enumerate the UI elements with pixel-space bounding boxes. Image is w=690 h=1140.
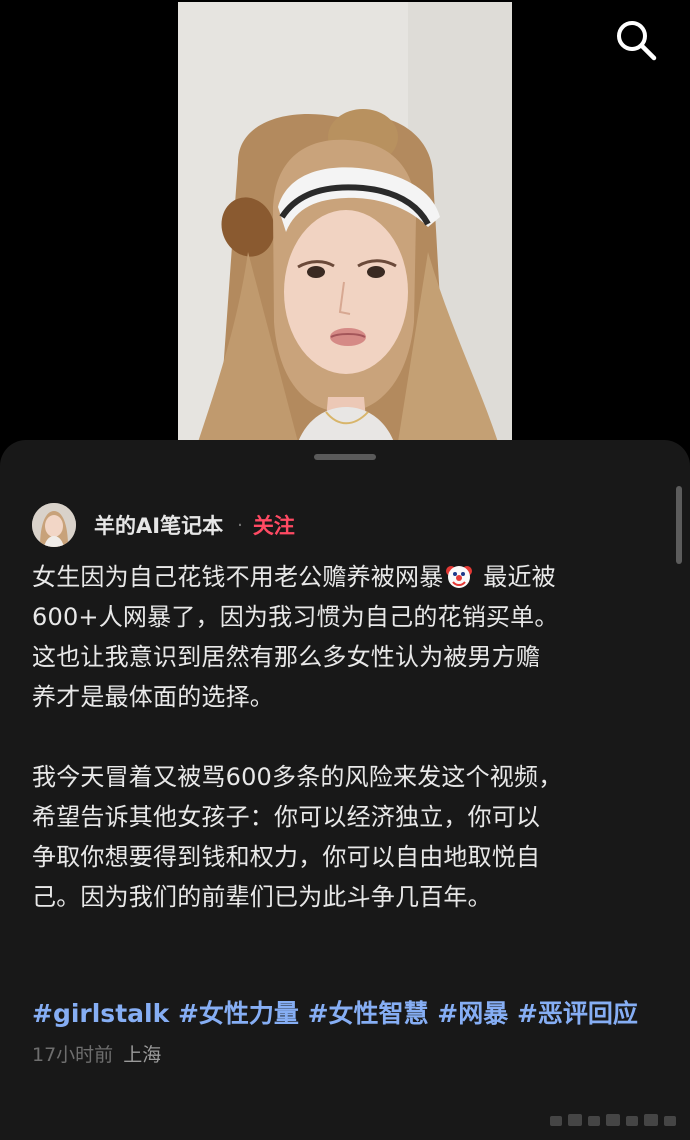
- hashtag-link[interactable]: #恶评回应: [517, 999, 638, 1028]
- search-button[interactable]: [612, 16, 660, 64]
- hashtag-link[interactable]: #女性力量: [178, 999, 299, 1028]
- content-line: 养才是最体面的选择。: [32, 683, 274, 711]
- hashtag-link[interactable]: #女性智慧: [308, 999, 429, 1028]
- post-detail-sheet: 羊的AI笔记本 · 关注 女生因为自己花钱不用老公赡养被网暴 最近被 600+人…: [0, 440, 690, 1140]
- content-line: 己。因为我们的前辈们已为此斗争几百年。: [32, 883, 492, 911]
- post-time: 17小时前: [32, 1044, 114, 1066]
- avatar-image: [32, 503, 76, 547]
- hashtag-link[interactable]: #girlstalk: [32, 999, 169, 1028]
- video-thumbnail: [178, 2, 512, 442]
- content-line: 争取你想要得到钱和权力，你可以自由地取悦自: [32, 843, 541, 871]
- post-content: 女生因为自己花钱不用老公赡养被网暴 最近被 600+人网暴了，因为我习惯为自己的…: [32, 557, 664, 917]
- avatar[interactable]: [32, 503, 76, 547]
- search-icon: [617, 21, 657, 61]
- content-line: 600+人网暴了，因为我习惯为自己的花销买单。: [32, 603, 559, 631]
- post-location: 上海: [123, 1044, 162, 1066]
- hashtag-row: #girlstalk #女性力量 #女性智慧 #网暴 #恶评回应: [32, 995, 638, 1033]
- hashtag-link[interactable]: #网暴: [437, 999, 508, 1028]
- scrollbar[interactable]: [676, 486, 682, 564]
- video-player[interactable]: [0, 0, 690, 460]
- content-line: 希望告诉其他女孩子：你可以经济独立，你可以: [32, 803, 541, 831]
- post-meta: 17小时前 上海: [32, 1040, 161, 1070]
- separator-dot: ·: [237, 514, 243, 536]
- content-line: 女生因为自己花钱不用老公赡养被网暴 最近被: [32, 563, 556, 591]
- content-line: 我今天冒着又被骂600多条的风险来发这个视频，: [32, 763, 563, 791]
- author-row: 羊的AI笔记本 · 关注: [32, 502, 295, 548]
- clown-face-icon: [446, 566, 473, 588]
- author-name[interactable]: 羊的AI笔记本: [94, 510, 223, 540]
- drag-handle[interactable]: [314, 454, 376, 460]
- content-line: 这也让我意识到居然有那么多女性认为被男方赡: [32, 643, 541, 671]
- follow-button[interactable]: 关注: [253, 510, 295, 540]
- watermark-graphic: [550, 1114, 676, 1126]
- video-frame[interactable]: [178, 2, 512, 442]
